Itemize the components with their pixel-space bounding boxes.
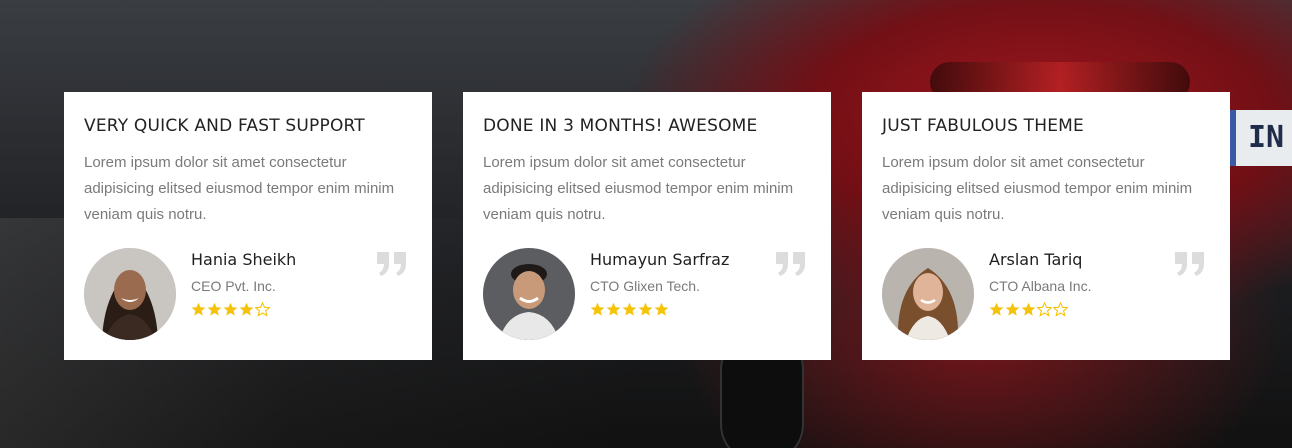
testimonial-title: DONE IN 3 MONTHS! AWESOME — [483, 116, 758, 136]
author-role: CTO Glixen Tech. — [590, 278, 700, 294]
star-filled-icon — [191, 302, 206, 316]
testimonial-title: VERY QUICK AND FAST SUPPORT — [84, 116, 365, 136]
testimonial-title: JUST FABULOUS THEME — [882, 116, 1084, 136]
author-role: CTO Albana Inc. — [989, 278, 1092, 294]
star-filled-icon — [1021, 302, 1036, 316]
star-empty-icon — [1037, 302, 1052, 317]
quote-icon — [776, 252, 805, 276]
quote-icon — [377, 252, 406, 276]
author-name: Humayun Sarfraz — [590, 250, 730, 269]
testimonial-text: Lorem ipsum dolor sit amet consectetur a… — [84, 154, 395, 223]
rating-stars — [989, 302, 1068, 317]
star-filled-icon — [989, 302, 1004, 316]
rating-stars — [191, 302, 270, 317]
avatar — [84, 248, 176, 340]
testimonial-author: Arslan Tariq CTO Albana Inc. — [882, 248, 1210, 340]
star-filled-icon — [1005, 302, 1020, 316]
star-empty-icon — [255, 302, 270, 317]
star-filled-icon — [606, 302, 621, 316]
rating-stars — [590, 302, 669, 317]
star-filled-icon — [239, 302, 254, 316]
avatar — [483, 248, 575, 340]
star-filled-icon — [207, 302, 222, 316]
star-filled-icon — [223, 302, 238, 316]
star-filled-icon — [590, 302, 605, 316]
quote-icon — [1175, 252, 1204, 276]
author-name: Arslan Tariq — [989, 250, 1083, 269]
star-filled-icon — [622, 302, 637, 316]
testimonial-card: VERY QUICK AND FAST SUPPORT Lorem ipsum … — [64, 92, 432, 360]
star-filled-icon — [638, 302, 653, 316]
testimonial-author: Humayun Sarfraz CTO Glixen Tech. — [483, 248, 811, 340]
testimonial-text: Lorem ipsum dolor sit amet consectetur a… — [483, 154, 794, 223]
avatar — [882, 248, 974, 340]
star-empty-icon — [1053, 302, 1068, 317]
testimonial-text: Lorem ipsum dolor sit amet consectetur a… — [882, 154, 1193, 223]
testimonials-section: VERY QUICK AND FAST SUPPORT Lorem ipsum … — [0, 0, 1292, 448]
star-filled-icon — [654, 302, 669, 316]
author-role: CEO Pvt. Inc. — [191, 278, 276, 294]
testimonial-card: JUST FABULOUS THEME Lorem ipsum dolor si… — [862, 92, 1230, 360]
author-name: Hania Sheikh — [191, 250, 297, 269]
testimonial-card: DONE IN 3 MONTHS! AWESOME Lorem ipsum do… — [463, 92, 831, 360]
testimonial-author: Hania Sheikh CEO Pvt. Inc. — [84, 248, 412, 340]
